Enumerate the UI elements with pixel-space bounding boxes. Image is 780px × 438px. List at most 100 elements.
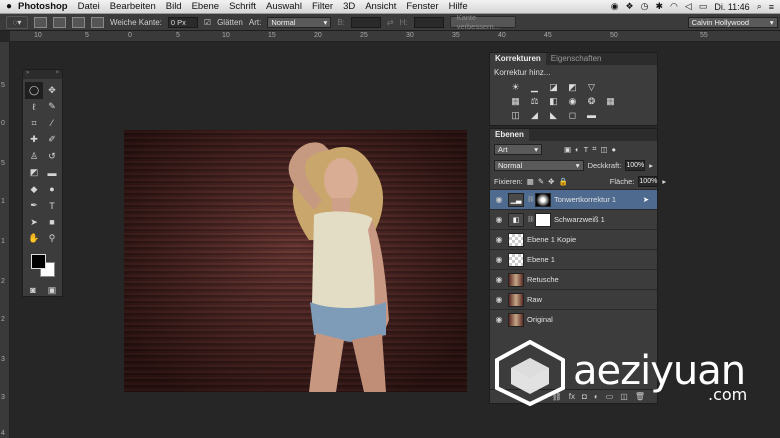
ruler-horizontal[interactable]: 10 5 0 5 10 15 20 25 30 35 40 45 50 55: [10, 31, 780, 42]
black-white-icon[interactable]: ◧: [548, 96, 559, 106]
ruler-vertical[interactable]: 5 0 5 1 1 2 2 3 3 4: [0, 42, 10, 438]
filter-toggle-icon[interactable]: ●: [612, 145, 617, 154]
menu-ebene[interactable]: Ebene: [192, 1, 219, 12]
wifi-icon[interactable]: ◠: [670, 1, 678, 12]
swap-icon[interactable]: ⇄: [387, 18, 394, 27]
healing-brush-icon[interactable]: ✚: [25, 132, 43, 149]
search-icon[interactable]: ⌕: [757, 1, 762, 12]
opacity-stepper-icon[interactable]: ▸: [649, 161, 653, 170]
clock[interactable]: Di. 11:46: [714, 2, 749, 12]
app-name[interactable]: Photoshop: [18, 1, 68, 12]
quick-selection-icon[interactable]: ✎: [43, 99, 61, 116]
subtract-selection-icon[interactable]: [72, 16, 85, 28]
intersect-selection-icon[interactable]: [91, 16, 104, 28]
brightness-icon[interactable]: ☀: [510, 82, 521, 92]
curves-icon[interactable]: ◪: [548, 82, 559, 92]
menu-fenster[interactable]: Fenster: [406, 1, 438, 12]
visibility-eye-icon[interactable]: ◉: [490, 275, 508, 284]
dropbox-icon[interactable]: ❖: [626, 1, 634, 12]
menu-ansicht[interactable]: Ansicht: [365, 1, 396, 12]
workspace-select[interactable]: Calvin Hollywood ▾: [687, 16, 778, 28]
style-select[interactable]: Normal ▾: [267, 16, 332, 28]
bluetooth-icon[interactable]: ✱: [655, 1, 663, 12]
brush-tool-icon[interactable]: ✐: [43, 132, 61, 149]
visibility-eye-icon[interactable]: ◉: [490, 295, 508, 304]
tools-panel-grip[interactable]: » ×: [23, 70, 62, 79]
color-balance-icon[interactable]: ⚖: [529, 96, 540, 106]
refine-edge-button[interactable]: Kante verbessern...: [449, 13, 516, 31]
selective-color-icon[interactable]: ◻: [567, 110, 578, 120]
battery-icon[interactable]: ▭: [699, 1, 708, 12]
menu-3d[interactable]: 3D: [343, 1, 355, 12]
gradient-map-icon[interactable]: ▬: [586, 110, 597, 120]
channel-mixer-icon[interactable]: ❂: [586, 96, 597, 106]
fill-stepper-icon[interactable]: ▸: [662, 177, 666, 186]
layer-row[interactable]: ◉ Ebene 1 Kopie: [490, 229, 657, 249]
lock-pixels-icon[interactable]: ✎: [538, 177, 544, 186]
exposure-icon[interactable]: ◩: [567, 82, 578, 92]
fill-input[interactable]: 100%: [638, 175, 659, 187]
visibility-eye-icon[interactable]: ◉: [490, 315, 508, 324]
opacity-input[interactable]: 100%: [625, 159, 646, 171]
gradient-tool-icon[interactable]: ▬: [43, 165, 61, 182]
layer-row[interactable]: ◉ Raw: [490, 289, 657, 309]
lock-all-icon[interactable]: 🔒: [558, 177, 567, 186]
hue-saturation-icon[interactable]: ▦: [510, 96, 521, 106]
history-brush-icon[interactable]: ↺: [43, 148, 61, 165]
visibility-eye-icon[interactable]: ◉: [490, 215, 508, 224]
layer-row[interactable]: ◉ ◧ ⛓ Schwarzweiß 1: [490, 209, 657, 229]
foreground-color[interactable]: [31, 254, 46, 269]
time-machine-icon[interactable]: ◷: [641, 1, 649, 12]
layer-row[interactable]: ◉ Ebene 1: [490, 249, 657, 269]
clone-stamp-icon[interactable]: ♙: [25, 148, 43, 165]
elliptical-marquee-icon[interactable]: ◯: [25, 82, 43, 99]
zoom-tool-icon[interactable]: ⚲: [43, 231, 61, 248]
antialias-checkbox[interactable]: ☑: [204, 18, 211, 27]
menu-hilfe[interactable]: Hilfe: [449, 1, 468, 12]
lock-position-icon[interactable]: ✥: [548, 177, 554, 186]
filter-shape-icon[interactable]: ⌗: [592, 144, 596, 154]
filter-adjustment-icon[interactable]: ◐: [575, 145, 580, 154]
path-selection-icon[interactable]: ➤: [25, 214, 43, 231]
blend-mode-select[interactable]: Normal ▾: [494, 159, 584, 171]
threshold-icon[interactable]: ◣: [548, 110, 559, 120]
tab-eigenschaften[interactable]: Eigenschaften: [546, 53, 607, 65]
tab-ebenen[interactable]: Ebenen: [490, 129, 529, 141]
visibility-eye-icon[interactable]: ◉: [490, 235, 508, 244]
apple-icon[interactable]: ●: [0, 1, 18, 12]
layer-mask-thumbnail[interactable]: [535, 212, 551, 227]
invert-icon[interactable]: ◫: [510, 110, 521, 120]
filter-type-icon[interactable]: T: [584, 145, 589, 154]
new-selection-icon[interactable]: [34, 16, 47, 28]
add-selection-icon[interactable]: [53, 16, 66, 28]
lasso-tool-icon[interactable]: ℓ: [25, 99, 43, 116]
menu-filter[interactable]: Filter: [312, 1, 333, 12]
screen-mode-icon[interactable]: ▣: [47, 282, 57, 299]
menu-datei[interactable]: Datei: [78, 1, 100, 12]
blur-tool-icon[interactable]: ◆: [25, 181, 43, 198]
volume-icon[interactable]: ◁: [685, 1, 692, 12]
lock-transparent-icon[interactable]: ▦: [527, 177, 534, 186]
tab-korrekturen[interactable]: Korrekturen: [490, 53, 546, 65]
marquee-preset-icon[interactable]: ◌▾: [6, 15, 28, 29]
pen-tool-icon[interactable]: ✒: [25, 198, 43, 215]
menu-bild[interactable]: Bild: [166, 1, 182, 12]
filter-pixel-icon[interactable]: ▣: [564, 145, 571, 154]
eyedropper-icon[interactable]: ⁄: [43, 115, 61, 132]
levels-icon[interactable]: ▁: [529, 82, 540, 92]
posterize-icon[interactable]: ◢: [529, 110, 540, 120]
rectangle-tool-icon[interactable]: ■: [43, 214, 61, 231]
vibrance-icon[interactable]: ▽: [586, 82, 597, 92]
menu-schrift[interactable]: Schrift: [229, 1, 256, 12]
quick-mask-icon[interactable]: ◙: [28, 282, 38, 299]
move-tool-icon[interactable]: ✥: [43, 82, 61, 99]
visibility-eye-icon[interactable]: ◉: [490, 195, 508, 204]
eraser-icon[interactable]: ◩: [25, 165, 43, 182]
feather-input[interactable]: [167, 16, 198, 28]
sync-icon[interactable]: ◉: [611, 1, 619, 12]
layer-filter-select[interactable]: Art ▾: [494, 143, 542, 155]
visibility-eye-icon[interactable]: ◉: [490, 255, 508, 264]
type-tool-icon[interactable]: T: [43, 198, 61, 215]
menu-bearbeiten[interactable]: Bearbeiten: [110, 1, 156, 12]
list-icon[interactable]: ≡: [769, 2, 774, 12]
